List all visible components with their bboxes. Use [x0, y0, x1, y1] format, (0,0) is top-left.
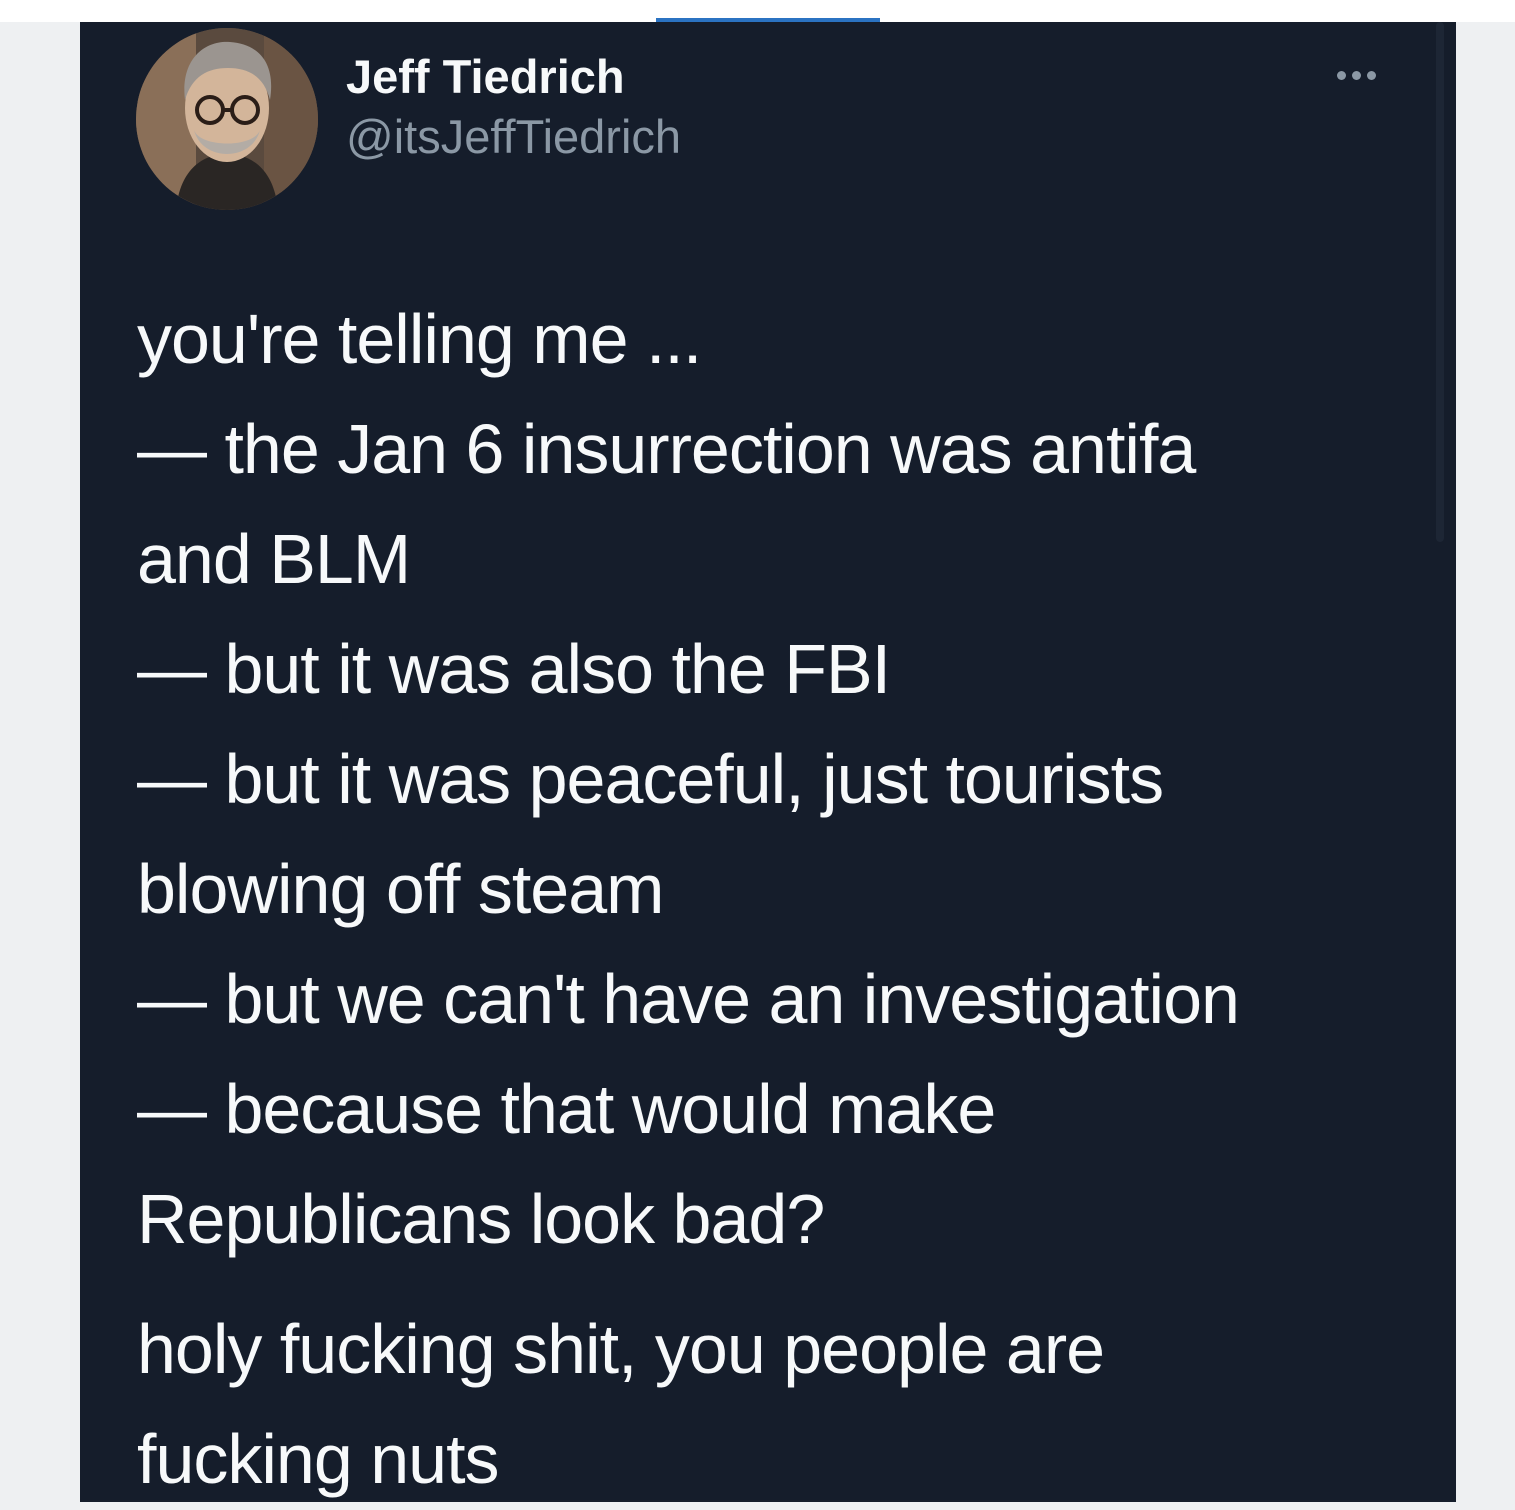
author-avatar[interactable] [136, 28, 318, 210]
tweet-card[interactable]: Jeff Tiedrich @itsJeffTiedrich you're te… [80, 22, 1456, 1502]
tweet-line: — because that would make [137, 1070, 996, 1148]
author-handle[interactable]: @itsJeffTiedrich [346, 106, 681, 168]
more-dot-icon [1336, 70, 1346, 80]
tweet-line: and BLM [137, 520, 411, 598]
avatar-photo-icon [136, 28, 318, 210]
tweet-closing-line: holy fucking shit, you people are [137, 1310, 1105, 1388]
tweet-line: — but we can't have an investigation [137, 960, 1240, 1038]
tweet-line: Republicans look bad? [137, 1180, 825, 1258]
tweet-closing-line: fucking nuts [137, 1420, 500, 1498]
tweet-line: — the Jan 6 insurrection was antifa [137, 410, 1196, 488]
more-dot-icon [1366, 70, 1376, 80]
more-dot-icon [1351, 70, 1361, 80]
tweet-body: you're telling me ... — the Jan 6 insurr… [137, 284, 1427, 1502]
author-display-name[interactable]: Jeff Tiedrich [346, 48, 681, 106]
scrollbar-track[interactable] [1436, 22, 1444, 542]
tweet-line: — but it was peaceful, just tourists [137, 740, 1164, 818]
tweet-line: — but it was also the FBI [137, 630, 891, 708]
tweet-line: you're telling me ... [137, 300, 702, 378]
more-options-button[interactable] [1320, 60, 1392, 90]
tweet-line: blowing off steam [137, 850, 664, 928]
author-info[interactable]: Jeff Tiedrich @itsJeffTiedrich [346, 48, 681, 168]
screenshot-page: Jeff Tiedrich @itsJeffTiedrich you're te… [0, 0, 1515, 1510]
